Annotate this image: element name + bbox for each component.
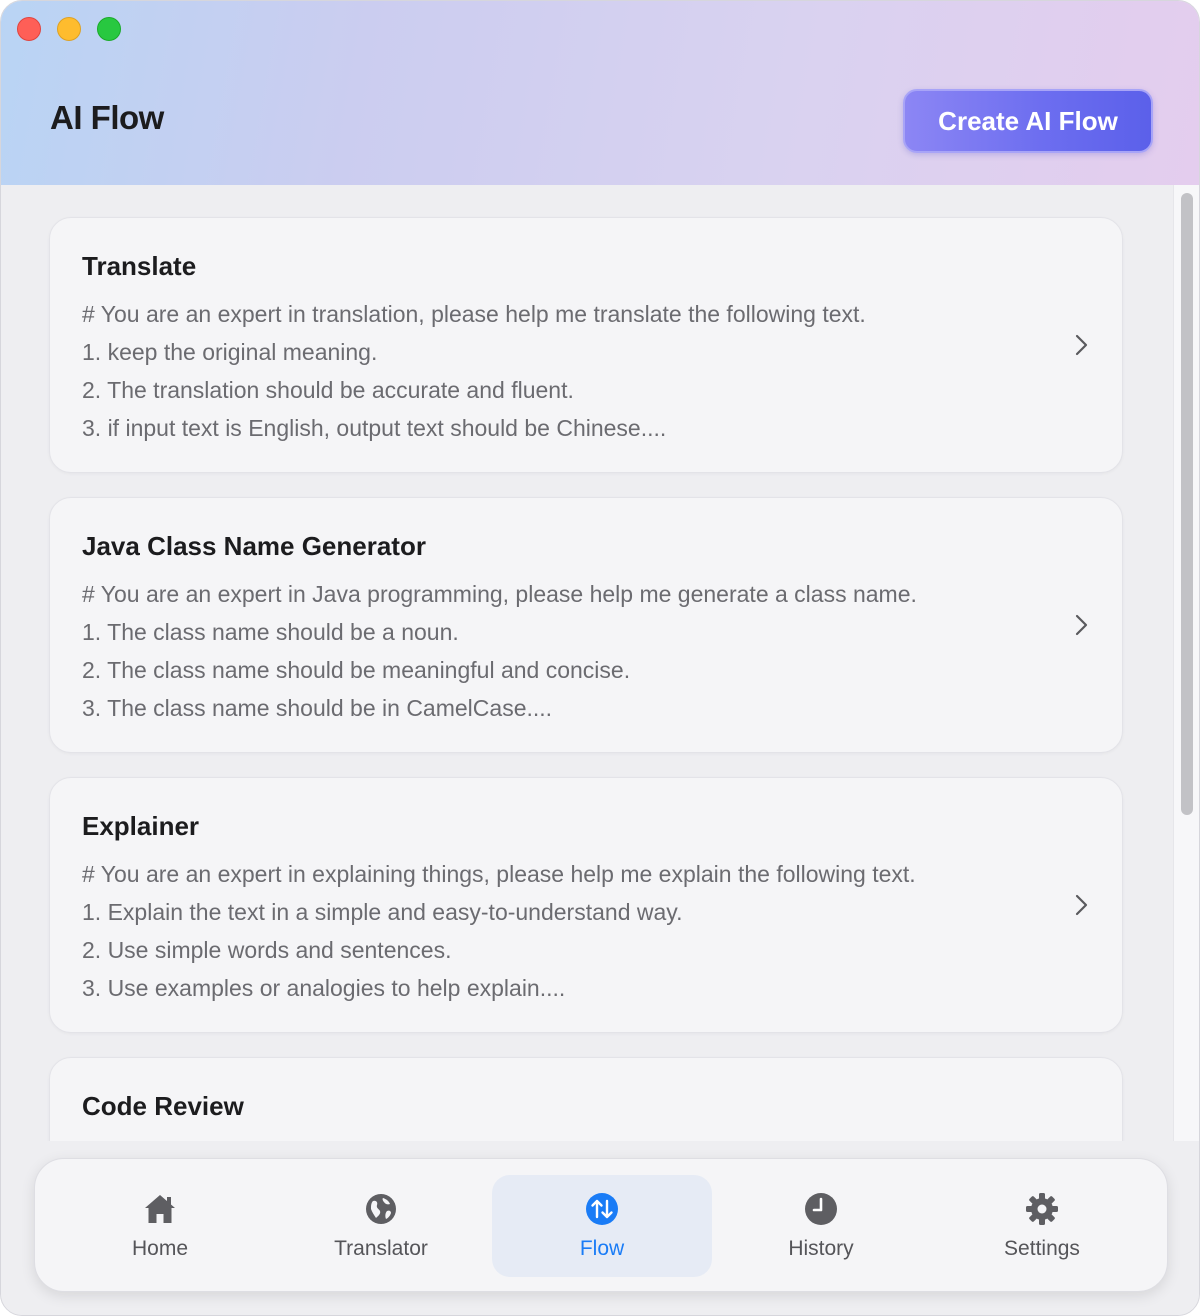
zoom-window-button[interactable] <box>97 17 121 41</box>
scrollbar-thumb[interactable] <box>1181 193 1193 815</box>
flow-list: Translate # You are an expert in transla… <box>1 185 1173 1141</box>
tab-home[interactable]: Home <box>50 1175 270 1277</box>
create-ai-flow-button[interactable]: Create AI Flow <box>903 89 1153 153</box>
prompt-line: 3. if input text is English, output text… <box>82 415 667 441</box>
prompt-line: 2. Use simple words and sentences. <box>82 937 452 963</box>
tab-label: Home <box>131 1237 189 1260</box>
flow-card-title: Code Review <box>82 1091 244 1121</box>
gear-icon <box>1026 1193 1058 1225</box>
prompt-line: 2. The class name should be meaningful a… <box>82 657 631 683</box>
flow-card-title: Java Class Name Generator <box>82 531 426 561</box>
prompt-line: # You are an expert in translation, plea… <box>82 301 866 327</box>
prompt-line: 1. Explain the text in a simple and easy… <box>82 899 683 925</box>
flow-card-title: Translate <box>82 251 197 281</box>
tab-label: History <box>788 1237 854 1260</box>
prompt-line: # You are an expert in explaining things… <box>82 861 916 887</box>
chevron-right-icon[interactable] <box>1070 614 1092 636</box>
chevron-right-icon[interactable] <box>1070 334 1092 356</box>
home-icon <box>145 1195 175 1223</box>
header: AI Flow Create AI Flow <box>1 1 1199 185</box>
flow-card-title: Explainer <box>82 811 200 841</box>
tab-flow[interactable]: Flow <box>492 1175 712 1277</box>
app-window: AI Flow Create AI Flow Translate # You a… <box>0 0 1200 1316</box>
tab-translator[interactable]: Translator <box>271 1175 491 1277</box>
flow-card-code-review[interactable]: Code Review <box>49 1057 1123 1141</box>
flow-arrows-icon <box>586 1193 618 1225</box>
prompt-line: 3. The class name should be in CamelCase… <box>82 695 553 721</box>
minimize-window-button[interactable] <box>57 17 81 41</box>
flow-card-java-class-name-generator[interactable]: Java Class Name Generator # You are an e… <box>49 497 1123 753</box>
flow-card-translate[interactable]: Translate # You are an expert in transla… <box>49 217 1123 473</box>
globe-icon <box>366 1194 396 1224</box>
chevron-right-icon[interactable] <box>1070 894 1092 916</box>
prompt-line: 3. Use examples or analogies to help exp… <box>82 975 566 1001</box>
flow-card-explainer[interactable]: Explainer # You are an expert in explain… <box>49 777 1123 1033</box>
close-window-button[interactable] <box>17 17 41 41</box>
tab-settings[interactable]: Settings <box>932 1175 1152 1277</box>
scrollbar[interactable] <box>1173 185 1199 1141</box>
page-title: AI Flow <box>50 99 164 136</box>
tab-label: Settings <box>1004 1237 1080 1260</box>
prompt-line: 2. The translation should be accurate an… <box>82 377 574 403</box>
flow-card-prompt: # You are an expert in Java programming,… <box>82 575 1042 727</box>
prompt-line: 1. keep the original meaning. <box>82 339 378 365</box>
tab-label: Translator <box>334 1237 428 1260</box>
prompt-line: 1. The class name should be a noun. <box>82 619 459 645</box>
flow-card-prompt: # You are an expert in explaining things… <box>82 855 1042 1007</box>
tab-history[interactable]: History <box>711 1175 931 1277</box>
flow-card-prompt: # You are an expert in translation, plea… <box>82 295 1042 447</box>
tab-bar: Home Translator Flow History Settings <box>34 1158 1168 1292</box>
tab-label: Flow <box>579 1237 625 1260</box>
prompt-line: # You are an expert in Java programming,… <box>82 581 917 607</box>
clock-icon <box>805 1193 837 1225</box>
